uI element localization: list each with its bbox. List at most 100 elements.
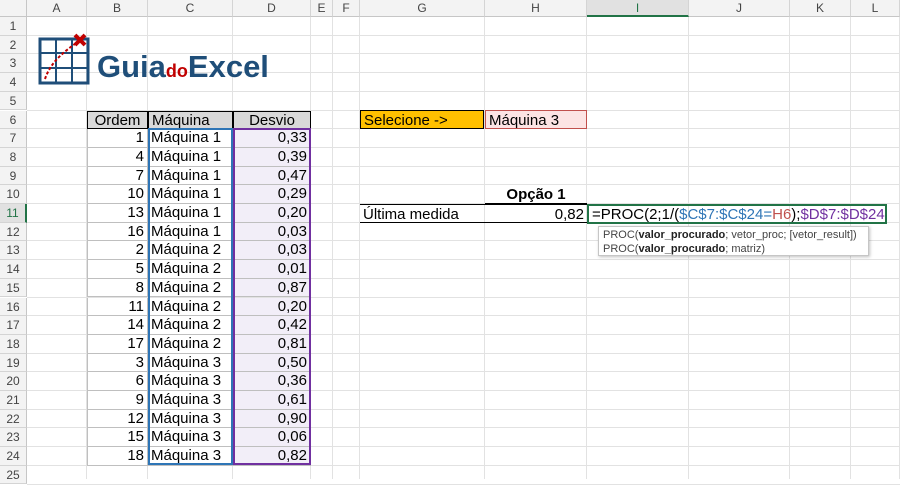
table-cell[interactable]: 0,61 [233,391,311,410]
row-header-13[interactable]: 13 [0,241,27,261]
select-all-corner[interactable] [0,0,27,17]
row-header-2[interactable]: 2 [0,35,27,55]
table-cell[interactable]: 10 [87,185,148,204]
table-cell[interactable]: 0,29 [233,185,311,204]
table-cell[interactable]: Máquina 2 [148,241,233,261]
table-cell[interactable]: Máquina 2 [148,334,233,354]
table-cell[interactable]: Máquina 2 [148,297,233,317]
table-cell[interactable]: 8 [87,278,148,298]
column-header-j[interactable]: J [689,0,790,17]
table-cell[interactable]: 13 [87,204,148,223]
table-cell[interactable]: 0,47 [233,166,311,186]
table-cell[interactable]: Máquina 2 [148,316,233,335]
table-cell[interactable]: Máquina 1 [148,204,233,223]
table-cell[interactable]: 3 [87,353,148,373]
table-cell[interactable]: Máquina 3 [148,391,233,410]
table-cell[interactable]: 0,03 [233,222,311,242]
row-header-7[interactable]: 7 [0,129,27,148]
column-header-b[interactable]: B [87,0,148,17]
column-header-l[interactable]: L [851,0,900,17]
table-header-ordem[interactable]: Ordem [87,110,148,130]
row-header-19[interactable]: 19 [0,353,27,373]
table-cell[interactable]: 14 [87,316,148,335]
column-header-c[interactable]: C [148,0,233,17]
row-header-4[interactable]: 4 [0,73,27,92]
column-header-k[interactable]: K [790,0,851,17]
table-cell[interactable]: Máquina 3 [148,372,233,391]
table-cell[interactable]: Máquina 1 [148,222,233,242]
table-cell[interactable]: Máquina 1 [148,185,233,204]
row-header-20[interactable]: 20 [0,372,27,391]
tooltip-line-1[interactable]: PROC(valor_procurado; vetor_proc; [vetor… [603,228,864,242]
table-cell[interactable]: 6 [87,372,148,391]
row-header-17[interactable]: 17 [0,316,27,335]
row-header-9[interactable]: 9 [0,166,27,186]
table-cell[interactable]: 0,90 [233,409,311,429]
table-header-máquina[interactable]: Máquina [148,110,233,130]
column-header-g[interactable]: G [360,0,485,17]
row-header-10[interactable]: 10 [0,185,27,204]
table-cell[interactable]: 0,06 [233,428,311,448]
table-cell[interactable]: 0,03 [233,241,311,261]
row-header-14[interactable]: 14 [0,260,27,279]
column-header-a[interactable]: A [27,0,87,17]
table-cell[interactable]: 0,20 [233,204,311,223]
row-header-11[interactable]: 11 [0,204,27,223]
row-header-25[interactable]: 25 [0,465,27,485]
row-header-16[interactable]: 16 [0,297,27,317]
formula-edit-cell[interactable]: =PROC(2;1/($C$7:$C$24=H6);$D$7:$D$24) [587,204,887,224]
table-cell[interactable]: 0,33 [233,129,311,148]
table-cell[interactable]: Máquina 1 [148,147,233,167]
table-header-desvio[interactable]: Desvio [233,110,311,130]
table-cell[interactable]: Máquina 1 [148,129,233,148]
column-header-f[interactable]: F [333,0,360,17]
table-cell[interactable]: 0,20 [233,297,311,317]
table-cell[interactable]: 15 [87,428,148,448]
row-header-23[interactable]: 23 [0,428,27,448]
row-header-3[interactable]: 3 [0,54,27,74]
column-header-h[interactable]: H [485,0,587,17]
column-header-d[interactable]: D [233,0,311,17]
table-cell[interactable]: 0,01 [233,260,311,279]
row-header-15[interactable]: 15 [0,278,27,298]
column-header-i[interactable]: I [587,0,689,17]
table-cell[interactable]: Máquina 2 [148,278,233,298]
row-header-21[interactable]: 21 [0,391,27,410]
table-cell[interactable]: 0,42 [233,316,311,335]
table-cell[interactable]: 0,87 [233,278,311,298]
table-cell[interactable]: 12 [87,409,148,429]
table-cell[interactable]: Máquina 1 [148,166,233,186]
table-cell[interactable]: 1 [87,129,148,148]
table-cell[interactable]: Máquina 3 [148,353,233,373]
row-header-8[interactable]: 8 [0,147,27,167]
row-header-18[interactable]: 18 [0,334,27,354]
table-cell[interactable]: Máquina 3 [148,447,233,466]
table-cell[interactable]: 7 [87,166,148,186]
table-cell[interactable]: 0,39 [233,147,311,167]
table-cell[interactable]: Máquina 2 [148,260,233,279]
table-cell[interactable]: 16 [87,222,148,242]
row-header-1[interactable]: 1 [0,17,27,36]
table-cell[interactable]: 0,81 [233,334,311,354]
row-header-5[interactable]: 5 [0,91,27,111]
tooltip-line-2[interactable]: PROC(valor_procurado; matriz) [603,242,864,256]
table-cell[interactable]: Máquina 3 [148,409,233,429]
table-cell[interactable]: 0,50 [233,353,311,373]
selector-value-cell[interactable]: Máquina 3 [485,110,587,129]
row-header-22[interactable]: 22 [0,409,27,429]
table-cell[interactable]: 2 [87,241,148,261]
result-header: Opção 1 [485,185,587,204]
table-cell[interactable]: 0,82 [233,447,311,466]
table-cell[interactable]: 11 [87,297,148,317]
table-cell[interactable]: 5 [87,260,148,279]
row-header-24[interactable]: 24 [0,447,27,466]
table-cell[interactable]: Máquina 3 [148,428,233,448]
table-cell[interactable]: 17 [87,334,148,354]
row-header-6[interactable]: 6 [0,110,27,130]
table-cell[interactable]: 18 [87,447,148,466]
table-cell[interactable]: 4 [87,147,148,167]
row-header-12[interactable]: 12 [0,222,27,242]
column-header-e[interactable]: E [311,0,333,17]
table-cell[interactable]: 9 [87,391,148,410]
table-cell[interactable]: 0,36 [233,372,311,391]
